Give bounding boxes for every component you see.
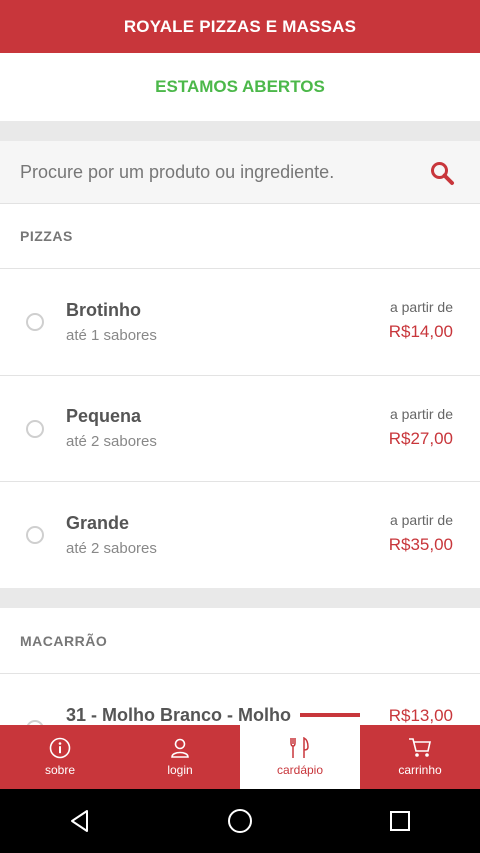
list-item[interactable]: Brotinho até 1 sabores a partir de R$14,… xyxy=(0,269,480,375)
item-name: Grande xyxy=(66,513,130,533)
info-icon xyxy=(49,737,71,759)
search-icon[interactable] xyxy=(429,160,455,186)
search-input[interactable] xyxy=(20,141,410,203)
item-price: R$13,00 xyxy=(388,706,453,725)
radio-button[interactable] xyxy=(26,313,44,331)
radio-button[interactable] xyxy=(26,526,44,544)
list-item[interactable]: Pequena até 2 sabores a partir de R$27,0… xyxy=(0,376,480,482)
price-prefix: a partir de xyxy=(389,406,453,422)
search-bar xyxy=(0,141,480,204)
nav-cardapio[interactable]: cardápio xyxy=(240,713,360,789)
nav-label: carrinho xyxy=(398,763,442,777)
item-price: R$35,00 xyxy=(388,535,453,554)
item-price: R$27,00 xyxy=(388,429,453,448)
nav-sobre[interactable]: sobre xyxy=(0,725,120,789)
section-title-macarrao: MACARRÃO xyxy=(20,633,108,649)
nav-label: login xyxy=(167,763,193,777)
app-header: ROYALE PIZZAS E MASSAS xyxy=(0,0,480,53)
system-nav-bar xyxy=(0,789,480,853)
item-name: Pequena xyxy=(66,406,142,426)
store-status: ESTAMOS ABERTOS xyxy=(0,53,480,121)
price-prefix: a partir de xyxy=(389,299,453,315)
radio-button[interactable] xyxy=(26,420,44,438)
price-prefix: a partir de xyxy=(389,512,453,528)
nav-label: cardápio xyxy=(276,763,324,777)
bottom-nav: sobre login cardápio carrinho xyxy=(0,713,480,789)
item-subtitle: até 2 sabores xyxy=(66,540,157,557)
back-icon[interactable] xyxy=(65,806,95,836)
status-text: ESTAMOS ABERTOS xyxy=(155,77,325,96)
user-icon xyxy=(171,738,189,758)
home-icon[interactable] xyxy=(225,806,255,836)
list-item[interactable]: Grande até 2 sabores a partir de R$35,00 xyxy=(0,482,480,588)
item-subtitle: até 1 sabores xyxy=(66,327,157,344)
item-price: R$14,00 xyxy=(388,322,453,341)
separator-band xyxy=(0,121,480,141)
nav-login[interactable]: login xyxy=(120,725,240,789)
utensils-icon xyxy=(290,737,309,758)
app-title: ROYALE PIZZAS E MASSAS xyxy=(123,16,357,36)
cart-icon xyxy=(409,738,431,757)
section-title-pizzas: PIZZAS xyxy=(20,228,73,244)
nav-carrinho[interactable]: carrinho xyxy=(360,725,480,789)
item-subtitle: até 2 sabores xyxy=(66,433,157,450)
item-name: 31 - Molho Branco - Molho xyxy=(66,705,291,725)
separator-band xyxy=(0,588,480,608)
nav-label: sobre xyxy=(44,763,76,777)
item-name: Brotinho xyxy=(66,300,141,320)
recents-icon[interactable] xyxy=(385,806,415,836)
